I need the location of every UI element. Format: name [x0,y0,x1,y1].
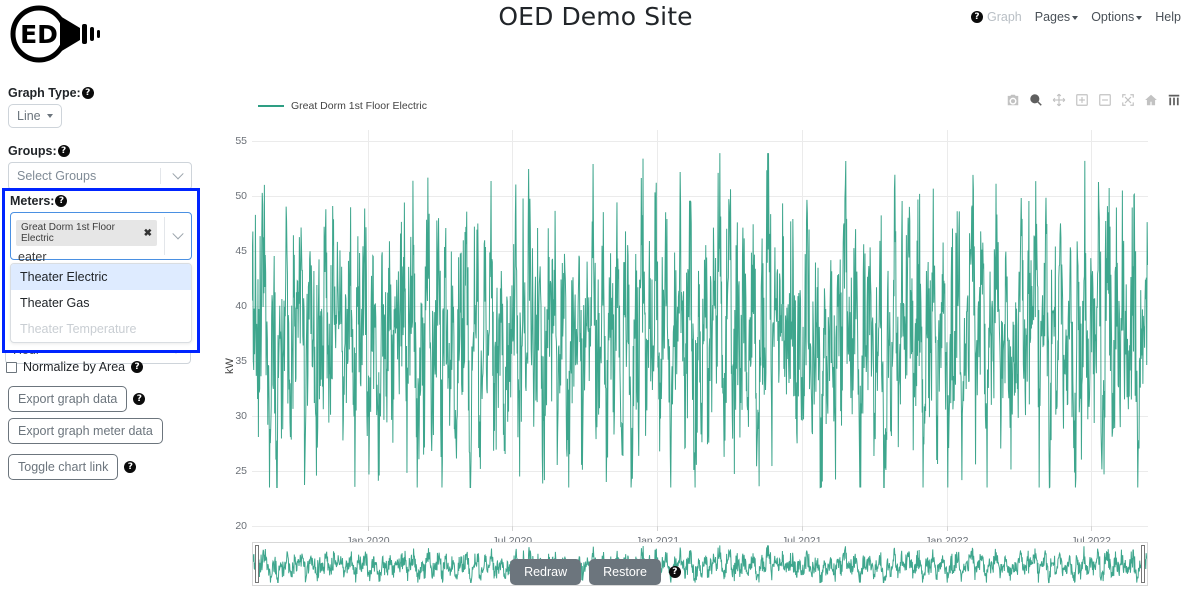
divider [160,168,161,184]
sidebar: Graph Type: ? Line Groups: ? Select Grou… [0,86,200,190]
help-icon[interactable]: ? [131,361,144,373]
help-icon[interactable]: ? [81,87,94,99]
meters-option-theater-electric[interactable]: Theater Electric [11,264,191,290]
zoom-icon[interactable] [1029,93,1043,107]
export-graph-meter-data-button[interactable]: Export graph meter data [8,418,163,444]
zoom-in-icon[interactable] [1075,93,1089,107]
top-navigation: ? Graph Pages Options Help [970,10,1181,24]
meters-selected-chip[interactable]: Great Dorm 1st Floor Electric ✖ [16,220,157,246]
x-axis-tickmark [368,526,370,531]
x-axis-tickmark [512,526,514,531]
groups-placeholder: Select Groups [17,169,97,183]
y-axis-label: kW [224,358,236,374]
chevron-down-icon [46,114,53,118]
groups-select[interactable]: Select Groups [8,162,192,190]
normalize-by-area-label: Normalize by Area [23,360,126,374]
toggle-chart-link-button[interactable]: Toggle chart link [8,454,119,480]
y-axis-tick: 35 [235,355,247,367]
help-icon[interactable]: ? [668,566,681,578]
meters-option-theater-temperature: Theater Temperature [20,322,137,336]
gridline [252,526,1148,527]
graph-type-label: Graph Type: ? [8,86,200,100]
reset-axes-icon[interactable] [1144,93,1158,107]
nav-item-pages[interactable]: Pages [1035,10,1079,24]
y-axis-tick: 45 [235,245,247,257]
x-axis-tickmark [801,526,803,531]
help-icon[interactable]: ? [124,461,137,473]
chevron-down-icon [1072,15,1079,20]
meters-search-input[interactable]: eater [16,250,157,264]
chevron-down-icon[interactable] [172,228,184,240]
chart-container: Great Dorm 1st Floor Electric kW 20 25 3… [210,84,1191,586]
groups-label: Groups: ? [8,144,200,158]
help-icon[interactable]: ? [970,11,983,23]
chevron-down-icon [1136,15,1143,20]
normalize-by-area-row[interactable]: Normalize by Area ? [6,360,144,374]
meters-select[interactable]: Great Dorm 1st Floor Electric ✖ eater [10,212,192,264]
download-plot-icon[interactable] [1006,93,1020,107]
divider [164,217,165,255]
y-axis-tick: 55 [235,135,247,147]
app-root: ED OED Demo Site ? Graph Pages Options H… [0,0,1191,597]
legend-swatch [258,104,284,108]
chevron-down-icon[interactable] [172,168,184,180]
plot-area[interactable]: 20 25 30 35 40 45 50 55 Jan 2020 Jul 2020 Jan 202… [235,130,1148,547]
help-icon[interactable]: ? [57,145,70,157]
meters-label: Meters: ? [10,194,192,208]
toggle-data-table-icon[interactable] [1167,93,1181,107]
help-icon[interactable]: ? [133,393,146,405]
y-axis-tick: 20 [235,520,247,532]
restore-button[interactable]: Restore [589,559,661,585]
export-graph-meter-data-row: Export graph meter data [8,418,163,444]
x-axis-tickmark [946,526,948,531]
chip-remove-icon[interactable]: ✖ [144,228,152,239]
plotly-modebar[interactable] [1006,93,1181,107]
export-graph-data-row: Export graph data ? [8,386,146,412]
y-axis-tick: 30 [235,410,247,422]
nav-item-help[interactable]: Help [1155,10,1181,24]
y-axis-tick: 50 [235,190,247,202]
zoom-out-icon[interactable] [1098,93,1112,107]
redraw-button[interactable]: Redraw [510,559,582,585]
x-axis-tickmark [657,526,659,531]
meters-option-theater-gas[interactable]: Theater Gas [11,290,191,316]
pan-icon[interactable] [1052,93,1066,107]
toggle-chart-link-row: Toggle chart link ? [8,454,137,480]
graph-type-button[interactable]: Line [8,104,62,128]
export-graph-data-button[interactable]: Export graph data [8,386,128,412]
chart-legend[interactable]: Great Dorm 1st Floor Electric [258,100,427,112]
autoscale-icon[interactable] [1121,93,1135,107]
series-line-great-dorm-1st-floor-electric [252,153,1148,489]
help-icon[interactable]: ? [55,195,68,207]
y-axis-tick: 40 [235,300,247,312]
x-axis-tickmark [1091,526,1093,531]
meters-panel: Meters: ? Great Dorm 1st Floor Electric … [2,188,200,353]
nav-item-graph[interactable]: ? Graph [970,10,1022,24]
legend-label: Great Dorm 1st Floor Electric [291,100,427,112]
chart-action-buttons: Redraw Restore ? [0,559,1191,585]
normalize-by-area-checkbox[interactable] [6,361,17,373]
meters-dropdown-menu[interactable]: Theater Electric Theater Gas Theater Tem… [10,263,192,343]
chip-label: Great Dorm 1st Floor Electric [21,222,115,244]
y-axis-tick: 25 [235,465,247,477]
nav-item-options[interactable]: Options [1091,10,1143,24]
